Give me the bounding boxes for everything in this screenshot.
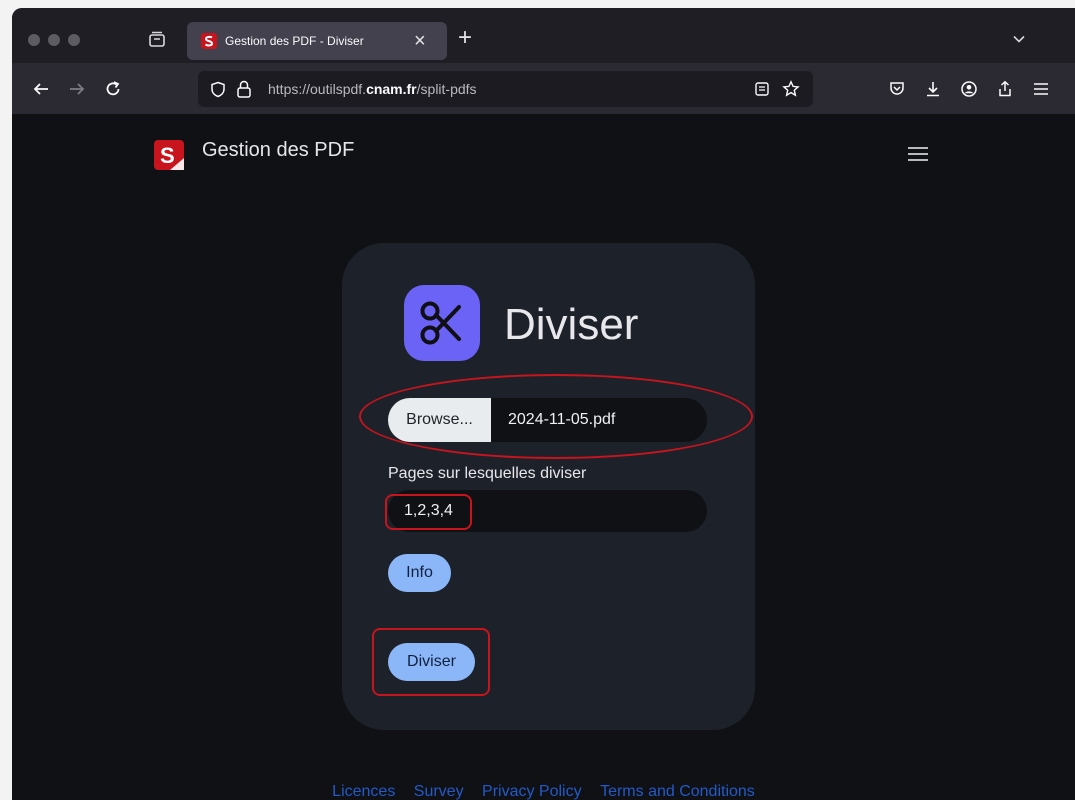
scissors-icon xyxy=(420,301,461,345)
pocket-icon[interactable] xyxy=(888,80,906,98)
downloads-icon[interactable] xyxy=(924,80,942,98)
split-submit-button[interactable]: Diviser xyxy=(388,643,475,681)
tool-icon-tile xyxy=(404,285,480,361)
bookmark-star-icon[interactable] xyxy=(782,80,800,98)
forward-arrow-icon[interactable] xyxy=(68,80,86,98)
selected-file-name: 2024-11-05.pdf xyxy=(508,411,616,428)
minimize-window-dot[interactable] xyxy=(48,34,60,46)
account-icon[interactable] xyxy=(960,80,978,98)
navbar-toggle-menu-icon[interactable] xyxy=(907,145,929,163)
app-menu-icon[interactable] xyxy=(1032,82,1050,96)
list-tabs-chevron-icon[interactable] xyxy=(1012,32,1026,46)
tool-title: Diviser xyxy=(504,300,639,349)
site-logo-icon[interactable]: S xyxy=(154,140,184,170)
back-arrow-icon[interactable] xyxy=(32,80,50,98)
tab-active[interactable]: Gestion des PDF - Diviser × xyxy=(187,22,447,60)
browse-button[interactable]: Browse... xyxy=(388,398,491,442)
info-button[interactable]: Info xyxy=(388,554,451,592)
new-tab-icon[interactable]: + xyxy=(458,26,472,50)
tab-close-icon[interactable]: × xyxy=(414,29,426,53)
footer-links: Licences Survey Privacy Policy Terms and… xyxy=(12,783,1075,800)
browser-window: Gestion des PDF - Diviser × + https://ou… xyxy=(12,8,1075,800)
web-page: S Gestion des PDF Diviser Browse... 2024… xyxy=(12,115,1075,800)
close-window-dot[interactable] xyxy=(28,34,40,46)
split-tool-card: Diviser Browse... 2024-11-05.pdf Pages s… xyxy=(342,243,755,730)
svg-text:S: S xyxy=(160,143,175,168)
pages-input[interactable] xyxy=(388,490,707,532)
footer-link-privacy-policy[interactable]: Privacy Policy xyxy=(482,783,582,800)
tracking-protection-shield-icon[interactable] xyxy=(210,81,226,98)
reload-icon[interactable] xyxy=(104,80,122,98)
footer-link-licences[interactable]: Licences xyxy=(332,783,395,800)
site-brand-name[interactable]: Gestion des PDF xyxy=(202,139,354,162)
tab-overview-icon[interactable] xyxy=(147,30,167,50)
footer-link-survey[interactable]: Survey xyxy=(414,783,464,800)
tab-title: Gestion des PDF - Diviser xyxy=(225,34,364,48)
url-text[interactable]: https://outilspdf.cnam.fr/split-pdfs xyxy=(268,81,477,97)
file-input[interactable]: Browse... 2024-11-05.pdf xyxy=(388,398,707,442)
footer-link-terms[interactable]: Terms and Conditions xyxy=(600,783,755,800)
site-favicon-icon xyxy=(201,33,217,49)
lock-icon[interactable] xyxy=(236,80,252,98)
reader-view-icon[interactable] xyxy=(754,81,770,97)
share-icon[interactable] xyxy=(996,80,1014,98)
navigation-toolbar: https://outilspdf.cnam.fr/split-pdfs xyxy=(12,63,1075,115)
zoom-window-dot[interactable] xyxy=(68,34,80,46)
pages-label: Pages sur lesquelles diviser xyxy=(388,465,587,482)
tab-strip: Gestion des PDF - Diviser × + xyxy=(12,8,1075,63)
address-bar[interactable]: https://outilspdf.cnam.fr/split-pdfs xyxy=(198,71,813,107)
